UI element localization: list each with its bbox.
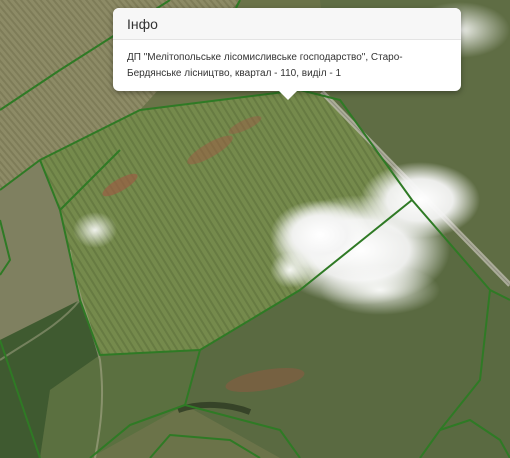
popup-pointer-arrow	[279, 91, 297, 100]
info-popup-title: Інфо	[127, 16, 158, 32]
info-popup: Інфо ДП "Мелітопольське лісомисливське г…	[113, 8, 461, 100]
info-popup-body: ДП "Мелітопольське лісомисливське господ…	[113, 40, 461, 82]
forest-plot-description-line2: Бердянське лісництво, квартал - 110, вид…	[127, 68, 342, 79]
forest-plot-description-line1: ДП "Мелітопольське лісомисливське господ…	[127, 52, 403, 63]
info-popup-header: Інфо	[113, 8, 461, 40]
